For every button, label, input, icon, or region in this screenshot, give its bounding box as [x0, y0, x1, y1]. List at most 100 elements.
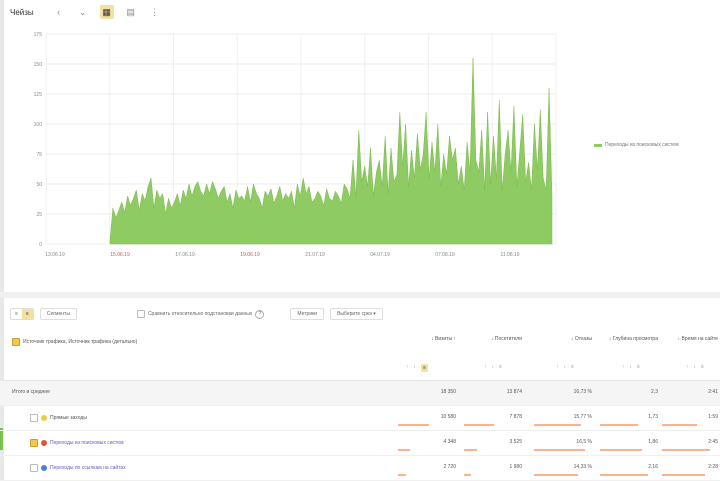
cell-bar-time	[662, 449, 710, 451]
help-icon[interactable]: ?	[255, 309, 265, 319]
sort-desc-icon[interactable]: ↓	[492, 364, 495, 370]
row-label-text[interactable]: Переходы по ссылкам на сайтах	[50, 465, 126, 471]
sort-asc-icon[interactable]: ↑	[622, 364, 625, 370]
total-time: 2:41	[708, 389, 718, 395]
y-tick-label: 25	[36, 212, 42, 218]
cell-bar-visitors	[464, 449, 477, 451]
view-toggle-tree[interactable]: ≡	[21, 309, 33, 319]
dimension-header-label: Источник трафика, Источник трафика (дета…	[23, 339, 138, 345]
y-tick-label: 50	[36, 182, 42, 188]
compare-checkbox[interactable]: Сравнить относительно подстановки данных…	[136, 309, 265, 319]
sort-asc-icon[interactable]: ↑	[686, 364, 689, 370]
sort-desc-icon[interactable]: ↓	[564, 364, 567, 370]
sort-bars-icon[interactable]: ≡	[637, 364, 640, 370]
cell-depth: 2,16	[648, 464, 658, 470]
table-row[interactable]: Переходы по ссылкам на сайтах 2 720 1 980 1…	[0, 456, 720, 481]
row-label-text[interactable]: Прямые заходы	[50, 415, 87, 421]
row-label[interactable]: Переходы из поисковых систем	[30, 439, 124, 447]
sort-bars-icon[interactable]: ≡	[571, 364, 574, 370]
sort-asc-icon[interactable]: ↑	[484, 364, 487, 370]
x-tick-label: 11.08.19	[500, 252, 519, 258]
cell-bar-depth	[600, 449, 642, 451]
table-header: Источник трафика, Источник трафика (дета…	[0, 332, 720, 381]
dimension-checkbox[interactable]	[12, 338, 20, 346]
sort-bars-icon[interactable]: ≡	[421, 364, 428, 372]
cell-visitors: 1 980	[509, 464, 522, 470]
cell-bounce: 16,5 %	[576, 439, 592, 445]
cell-bar-depth	[600, 474, 648, 476]
cell-visits: 10 580	[440, 414, 456, 420]
column-header-visits[interactable]: ↓ Визиты ↑	[404, 336, 456, 343]
sort-asc-icon[interactable]: ↑	[406, 364, 409, 372]
sort-desc-icon[interactable]: ↓	[630, 364, 633, 370]
view-toggle-list[interactable]: ≡	[11, 309, 22, 319]
column-header-visitors[interactable]: ↓ Посетители	[470, 336, 522, 343]
segments-button[interactable]: Сегменты	[39, 308, 77, 320]
row-label[interactable]: Прямые заходы	[30, 414, 87, 422]
y-tick-label: 150	[34, 62, 43, 68]
cell-bar-visitors	[464, 424, 494, 426]
cell-bar-visits	[398, 449, 410, 451]
cell-bar-bounce	[534, 424, 581, 426]
sort-bars-icon[interactable]: ≡	[499, 364, 502, 370]
cell-bar-visitors	[464, 474, 471, 476]
chart-area-series	[109, 57, 553, 245]
x-tick-label: 19.06.19	[240, 252, 260, 258]
table-controls: ≡ ≡ Сегменты Сравнить относительно подст…	[10, 307, 383, 321]
sort-desc-icon[interactable]: ↓	[694, 364, 697, 370]
x-tick-label: 13.06.19	[45, 252, 65, 258]
cell-visits: 2 720	[443, 464, 456, 470]
cell-visitors: 3 525	[509, 439, 522, 445]
total-label: Итого и средние	[12, 389, 50, 395]
sort-controls-bounce[interactable]: ↑ ↓ ≡	[556, 364, 574, 370]
chart-legend[interactable]: Переходы из поисковых систем	[594, 142, 679, 148]
sort-desc-icon[interactable]: ↓	[414, 364, 417, 372]
compare-checkbox-box[interactable]	[136, 310, 145, 318]
chevron-icon[interactable]: ⌄	[76, 5, 90, 19]
y-tick-label: 175	[34, 32, 43, 38]
sort-controls-visits[interactable]: ↑ ↓ ≡	[406, 364, 428, 372]
grid-icon[interactable]: ▤	[124, 5, 138, 19]
row-checkbox[interactable]	[30, 439, 38, 447]
sort-controls-visitors[interactable]: ↑ ↓ ≡	[484, 364, 502, 370]
x-tick-label: 17.06.19	[175, 252, 195, 258]
sort-bars-icon[interactable]: ≡	[701, 364, 704, 370]
metrics-button[interactable]: Метрики	[290, 308, 325, 320]
total-visits: 18 350	[440, 389, 456, 395]
cell-bounce: 15,77 %	[573, 414, 592, 420]
table-total-row: Итого и средние 18 350 13 874 16,73 % 2,…	[0, 381, 720, 406]
column-header-time[interactable]: ↓ Время на сайте	[668, 336, 718, 343]
row-label-text[interactable]: Переходы из поисковых систем	[50, 440, 124, 446]
back-icon[interactable]: ‹	[52, 5, 66, 19]
y-tick-label: 75	[36, 152, 42, 158]
area-chart-icon[interactable]: ▦	[99, 5, 114, 19]
y-tick-label: 0	[39, 242, 42, 248]
traffic-chart: 175 150 125 100 75 50 25 0 13.06.19 15.06.19 17.0…	[34, 32, 557, 258]
cell-bar-visits	[398, 474, 406, 476]
cell-bounce: 14,33 %	[573, 464, 592, 470]
row-label[interactable]: Переходы по ссылкам на сайтах	[30, 464, 126, 472]
table-row[interactable]: Переходы из поисковых систем 4 348 3 525 16…	[0, 431, 720, 456]
x-tick-label: 15.06.19	[110, 252, 130, 258]
dimension-header[interactable]: Источник трафика, Источник трафика (дета…	[12, 338, 137, 346]
total-depth: 2,3	[651, 389, 658, 395]
sort-controls-time[interactable]: ↑ ↓ ≡	[686, 364, 704, 370]
row-checkbox[interactable]	[30, 414, 38, 422]
table-row[interactable]: Прямые заходы 10 580 7 878 15,77 % 1,73 1:59	[0, 406, 720, 431]
chart-toolbar: Чейзы ‹ ⌄ ▦ ▤ ⋮	[10, 4, 162, 20]
column-header-depth[interactable]: ↓ Глубина просмотра	[606, 336, 658, 343]
view-toggle[interactable]: ≡ ≡	[10, 308, 34, 320]
cell-bar-time	[662, 474, 705, 476]
sort-controls-depth[interactable]: ↑ ↓ ≡	[622, 364, 640, 370]
cell-bar-bounce	[534, 449, 585, 451]
x-tick-label: 04.07.19	[370, 252, 390, 258]
list-icon[interactable]: ⋮	[148, 5, 162, 19]
y-tick-label: 125	[34, 92, 43, 98]
row-checkbox[interactable]	[30, 464, 38, 472]
sort-asc-icon[interactable]: ↑	[556, 364, 559, 370]
report-title: Чейзы	[10, 7, 34, 17]
cell-depth: 1,86	[648, 439, 658, 445]
cell-bar-time	[662, 424, 697, 426]
grouping-dropdown[interactable]: Выберите срез ▾	[330, 308, 383, 320]
column-header-bounce[interactable]: ↓ Отказы	[540, 336, 592, 343]
